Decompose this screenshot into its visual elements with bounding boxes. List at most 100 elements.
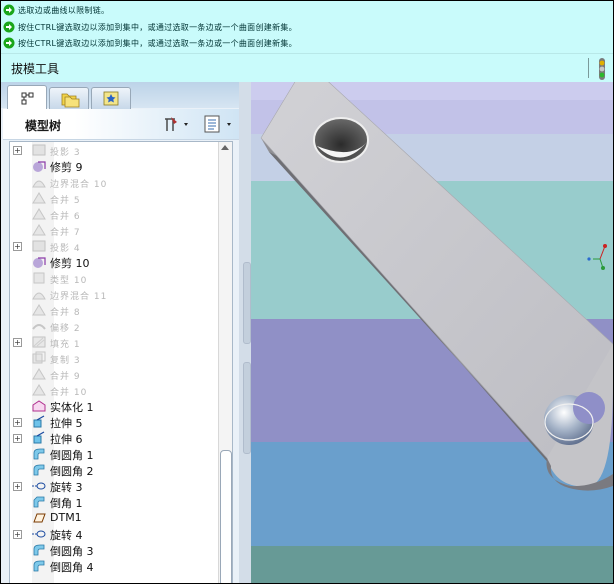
tab-favorites[interactable] <box>91 87 131 109</box>
tree-item-label: 实体化 1 <box>50 401 94 414</box>
scroll-thumb[interactable] <box>220 450 232 583</box>
status-light-icon[interactable] <box>596 58 608 80</box>
extrude-icon <box>33 431 45 444</box>
expand-toggle-icon[interactable]: + <box>13 530 22 539</box>
tree-item[interactable]: + 旋转 3 <box>10 478 215 494</box>
tree-item-label: 边界混合 10 <box>50 180 108 190</box>
expand-toggle-icon[interactable]: + <box>13 242 22 251</box>
tree-item-label: 合并 6 <box>50 212 81 222</box>
message-line: 按住CTRL键选取边以添加到集中，或通过选取一条边或一个曲面创建新集。 <box>1 19 297 35</box>
tree-item-label: 倒圆角 2 <box>50 465 94 478</box>
trim-icon <box>33 161 46 172</box>
tree-item[interactable]: 复制 3 <box>10 350 215 366</box>
tree-item[interactable]: 类型 10 <box>10 270 215 286</box>
projection-icon <box>32 144 46 156</box>
arrow-icon <box>3 21 15 33</box>
datum-plane-icon <box>33 513 46 523</box>
expand-toggle-icon[interactable]: + <box>13 434 22 443</box>
tree-item[interactable]: 修剪 10 <box>10 254 215 270</box>
settings-tools-icon[interactable] <box>163 115 193 133</box>
tree-item-label: 合并 7 <box>50 228 81 238</box>
tree-item-label: 投影 3 <box>50 148 81 158</box>
tree-item[interactable]: 偏移 2 <box>10 318 215 334</box>
fill-icon <box>32 336 46 348</box>
merge-icon <box>32 224 46 236</box>
tree-item[interactable]: 修剪 9 <box>10 158 215 174</box>
merge-icon <box>32 192 46 204</box>
tree-item[interactable]: 合并 7 <box>10 222 215 238</box>
expand-toggle-icon[interactable]: + <box>13 338 22 347</box>
solidify-icon <box>32 400 46 412</box>
expand-toggle-icon[interactable]: + <box>13 418 22 427</box>
tree-item[interactable]: 倒圆角 2 <box>10 462 215 478</box>
merge-icon <box>32 208 46 220</box>
tree-item[interactable]: 实体化 1 <box>10 398 215 414</box>
projection-icon <box>32 240 46 252</box>
type-icon <box>33 272 45 284</box>
favorites-icon <box>103 91 119 106</box>
boundary-blend-icon <box>32 180 46 188</box>
model-viewport[interactable] <box>251 61 613 583</box>
tree-item[interactable]: + 拉伸 5 <box>10 414 215 430</box>
tree-item-label: 倒圆角 4 <box>50 561 94 574</box>
tree-item-label: 边界混合 11 <box>50 292 108 302</box>
message-line: 按住CTRL键选取边以添加到集中，或通过选取一条边或一个曲面创建新集。 <box>1 35 297 51</box>
tree-item-label: 偏移 2 <box>50 324 81 334</box>
splitter-grip[interactable] <box>243 262 251 344</box>
message-area: 选取边或曲线以限制链。 按住CTRL键选取边以添加到集中，或通过选取一条边或一个… <box>1 1 613 53</box>
expand-toggle-icon[interactable]: + <box>13 482 22 491</box>
tree-item[interactable]: 边界混合 11 <box>10 286 215 302</box>
tree-item[interactable]: 倒圆角 3 <box>10 542 215 558</box>
merge-icon <box>32 384 46 396</box>
tab-folder-browser[interactable] <box>49 87 89 109</box>
graphics-window[interactable] <box>251 61 613 583</box>
tree-item-label: 倒圆角 1 <box>50 449 94 462</box>
tree-item-label: 修剪 10 <box>50 257 90 270</box>
tree-item[interactable]: 合并 10 <box>10 382 215 398</box>
tree-item-label: 旋转 3 <box>50 481 83 494</box>
boundary-blend-icon <box>32 292 46 300</box>
tree-item-label: 类型 10 <box>50 276 88 286</box>
scroll-up-icon[interactable] <box>221 145 229 150</box>
tree-item[interactable]: + 填充 1 <box>10 334 215 350</box>
tree-item-label: 修剪 9 <box>50 161 83 174</box>
revolve-icon <box>32 530 46 538</box>
app-window: 选取边或曲线以限制链。 按住CTRL键选取边以添加到集中，或通过选取一条边或一个… <box>0 0 614 584</box>
tree-item[interactable]: 合并 9 <box>10 366 215 382</box>
tree-item[interactable]: 倒圆角 1 <box>10 446 215 462</box>
navigator-tabs <box>1 82 249 109</box>
folder-icon <box>61 93 80 108</box>
tree-item[interactable]: + 拉伸 6 <box>10 430 215 446</box>
tree-item[interactable]: 倒圆角 4 <box>10 558 215 574</box>
arrow-icon <box>3 4 15 16</box>
merge-icon <box>32 304 46 316</box>
message-text: 按住CTRL键选取边以添加到集中，或通过选取一条边或一个曲面创建新集。 <box>18 38 297 48</box>
show-options-icon[interactable] <box>203 115 237 133</box>
tree-item[interactable]: 合并 6 <box>10 206 215 222</box>
tab-model-tree[interactable] <box>7 85 47 109</box>
extrude-icon <box>33 415 45 428</box>
splitter-grip[interactable] <box>243 362 251 454</box>
expand-toggle-icon[interactable]: + <box>13 146 22 155</box>
tree-item[interactable]: 合并 8 <box>10 302 215 318</box>
tree-item-label: 倒角 1 <box>50 497 83 510</box>
model-tree-icon <box>21 92 34 105</box>
tree-item-label: 合并 9 <box>50 372 81 382</box>
offset-icon <box>32 324 46 330</box>
round-icon <box>33 544 45 556</box>
message-text: 按住CTRL键选取边以添加到集中，或通过选取一条边或一个曲面创建新集。 <box>18 22 297 32</box>
model-tree: + 投影 3 修剪 9 边界混合 10 合并 5 合并 6 合并 7 + 投影 4 修剪 10 类型… <box>9 141 233 583</box>
tree-item[interactable]: 倒角 1 <box>10 494 215 510</box>
panel-splitter[interactable] <box>239 82 251 583</box>
dashboard-title: 拔模工具 <box>11 62 60 76</box>
tree-item[interactable]: 边界混合 10 <box>10 174 215 190</box>
round-icon <box>33 448 45 460</box>
tree-scrollbar[interactable] <box>218 142 232 583</box>
tree-item[interactable]: + 投影 4 <box>10 238 215 254</box>
tree-item[interactable]: DTM1 <box>10 510 215 526</box>
tree-item[interactable]: + 旋转 4 <box>10 526 215 542</box>
tree-item-label: 合并 10 <box>50 388 88 398</box>
tree-item-label: 旋转 4 <box>50 529 83 542</box>
tree-item[interactable]: + 投影 3 <box>10 142 215 158</box>
tree-item[interactable]: 合并 5 <box>10 190 215 206</box>
